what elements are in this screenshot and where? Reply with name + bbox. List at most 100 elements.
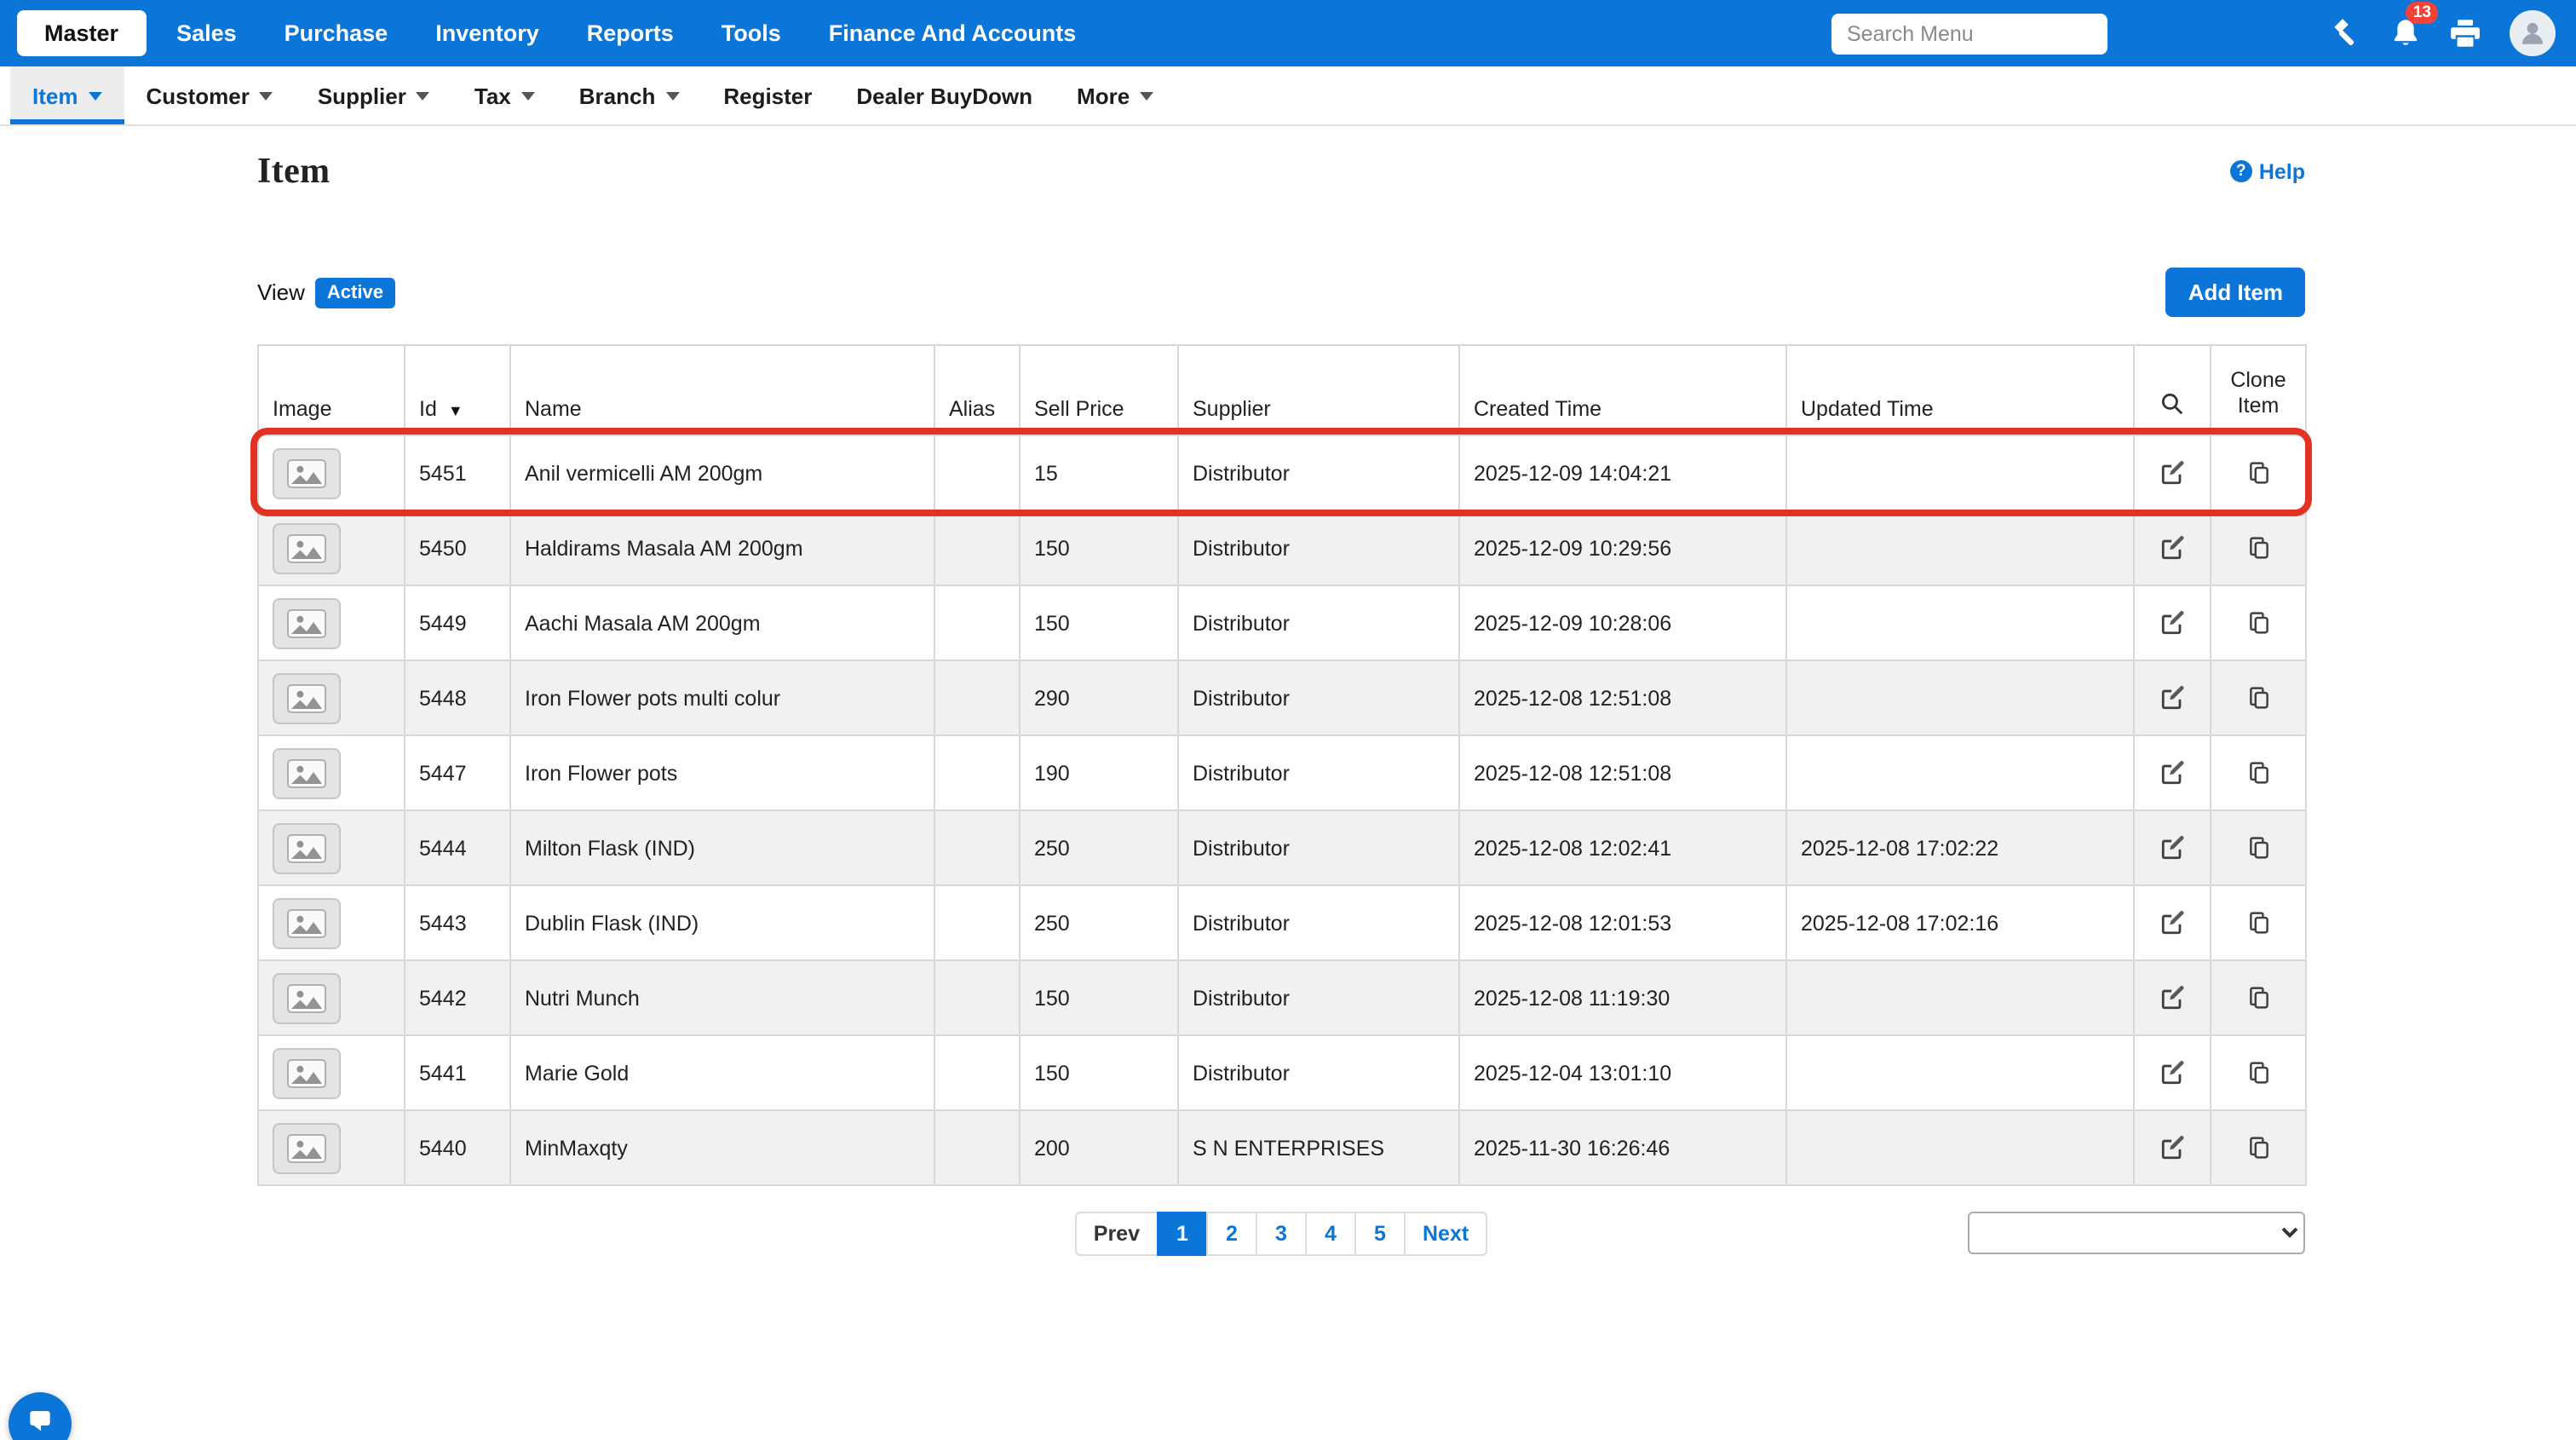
column-header-created-time: Created Time: [1459, 345, 1786, 435]
top-nav-right: 13: [1831, 10, 2556, 56]
top-nav-item-master[interactable]: Master: [17, 10, 146, 56]
clone-item-button[interactable]: [2243, 757, 2274, 789]
clone-item-button[interactable]: [2243, 1057, 2274, 1089]
edit-item-button[interactable]: [2156, 1057, 2188, 1089]
pager-row: Prev12345Next: [257, 1210, 2305, 1256]
sort-desc-icon: ▼: [448, 402, 463, 419]
top-nav-item-finance-and-accounts[interactable]: Finance And Accounts: [805, 20, 1101, 46]
help-link[interactable]: ? Help: [2230, 159, 2305, 183]
chat-button[interactable]: [9, 1392, 72, 1440]
item-updated-time: [1786, 1035, 2134, 1110]
item-id: 5442: [405, 960, 510, 1035]
clone-item-button[interactable]: [2243, 982, 2274, 1014]
edit-item-button[interactable]: [2156, 682, 2188, 714]
edit-item-button[interactable]: [2156, 982, 2188, 1014]
clone-item-button[interactable]: [2243, 907, 2274, 939]
column-header-id[interactable]: Id ▼: [405, 345, 510, 435]
item-updated-time: 2025-12-08 17:02:22: [1786, 810, 2134, 885]
page-title: Item: [257, 150, 331, 193]
search-icon[interactable]: [2160, 397, 2184, 421]
item-created-time: 2025-12-08 12:51:08: [1459, 660, 1786, 735]
item-name: Nutri Munch: [510, 960, 934, 1035]
edit-item-button[interactable]: [2156, 607, 2188, 639]
item-table: ImageId ▼NameAliasSell PriceSupplierCrea…: [257, 344, 2307, 1186]
edit-item-button[interactable]: [2156, 907, 2188, 939]
table-row: 5448Iron Flower pots multi colur290Distr…: [258, 660, 2306, 735]
page-size-select[interactable]: [1968, 1212, 2305, 1254]
edit-item-button[interactable]: [2156, 757, 2188, 789]
clone-item-button[interactable]: [2243, 607, 2274, 639]
pagination-page-3[interactable]: 3: [1256, 1211, 1307, 1255]
item-alias: [934, 510, 1020, 585]
item-updated-time: [1786, 585, 2134, 660]
column-header-sell-price: Sell Price: [1020, 345, 1178, 435]
item-image-placeholder: [273, 1122, 341, 1173]
item-created-time: 2025-12-08 12:02:41: [1459, 810, 1786, 885]
pagination-prev-button[interactable]: Prev: [1075, 1211, 1159, 1255]
item-id: 5441: [405, 1035, 510, 1110]
bell-icon[interactable]: 13: [2390, 17, 2421, 49]
pagination-next-button[interactable]: Next: [1404, 1211, 1487, 1255]
view-label: View: [257, 279, 305, 305]
edit-item-button[interactable]: [2156, 832, 2188, 864]
pagination-page-4[interactable]: 4: [1305, 1211, 1356, 1255]
item-table-body: 5451Anil vermicelli AM 200gm15Distributo…: [258, 435, 2306, 1185]
sub-nav-item-supplier[interactable]: Supplier: [296, 66, 452, 124]
view-active-badge[interactable]: Active: [315, 277, 395, 308]
clone-item-button[interactable]: [2243, 457, 2274, 489]
item-supplier: Distributor: [1178, 735, 1459, 810]
printer-icon[interactable]: [2450, 19, 2481, 48]
pagination-page-1[interactable]: 1: [1157, 1211, 1208, 1255]
item-id: 5444: [405, 810, 510, 885]
item-sell-price: 150: [1020, 510, 1178, 585]
item-id: 5450: [405, 510, 510, 585]
search-column-header[interactable]: [2134, 345, 2211, 435]
top-nav: MasterSalesPurchaseInventoryReportsTools…: [0, 0, 2576, 66]
column-header-clone-item: Clone Item: [2211, 345, 2306, 435]
top-nav-item-purchase[interactable]: Purchase: [261, 20, 412, 46]
hammer-icon[interactable]: [2329, 17, 2361, 49]
item-alias: [934, 435, 1020, 510]
sub-nav-item-tax[interactable]: Tax: [452, 66, 557, 124]
sub-nav-item-item[interactable]: Item: [10, 66, 124, 124]
edit-item-button[interactable]: [2156, 457, 2188, 489]
sub-nav-item-branch[interactable]: Branch: [557, 66, 702, 124]
column-header-alias: Alias: [934, 345, 1020, 435]
item-name: Dublin Flask (IND): [510, 885, 934, 960]
clone-item-button[interactable]: [2243, 832, 2274, 864]
item-updated-time: [1786, 735, 2134, 810]
top-nav-item-inventory[interactable]: Inventory: [411, 20, 563, 46]
chat-icon: [26, 1406, 55, 1440]
table-row: 5443Dublin Flask (IND)250Distributor2025…: [258, 885, 2306, 960]
pagination-page-2[interactable]: 2: [1206, 1211, 1257, 1255]
top-nav-item-reports[interactable]: Reports: [563, 20, 698, 46]
item-image-placeholder: [273, 822, 341, 873]
item-id: 5448: [405, 660, 510, 735]
sub-nav-item-register[interactable]: Register: [701, 66, 834, 124]
item-alias: [934, 810, 1020, 885]
edit-item-button[interactable]: [2156, 1132, 2188, 1164]
item-alias: [934, 585, 1020, 660]
search-input[interactable]: [1831, 13, 2107, 54]
add-item-button[interactable]: Add Item: [2166, 268, 2305, 317]
clone-item-button[interactable]: [2243, 532, 2274, 564]
top-nav-item-sales[interactable]: Sales: [152, 20, 261, 46]
item-alias: [934, 960, 1020, 1035]
edit-item-button[interactable]: [2156, 532, 2188, 564]
item-sell-price: 150: [1020, 585, 1178, 660]
avatar[interactable]: [2510, 10, 2556, 56]
sub-nav-item-dealer-buydown[interactable]: Dealer BuyDown: [834, 66, 1055, 124]
top-nav-item-tools[interactable]: Tools: [698, 20, 805, 46]
item-updated-time: [1786, 960, 2134, 1035]
pagination-page-5[interactable]: 5: [1354, 1211, 1406, 1255]
clone-item-button[interactable]: [2243, 682, 2274, 714]
table-row: 5444Milton Flask (IND)250Distributor2025…: [258, 810, 2306, 885]
item-supplier: S N ENTERPRISES: [1178, 1110, 1459, 1185]
table-header-row: ImageId ▼NameAliasSell PriceSupplierCrea…: [258, 345, 2306, 435]
pagination: Prev12345Next: [1075, 1211, 1487, 1255]
clone-item-button[interactable]: [2243, 1132, 2274, 1164]
sub-nav-item-customer[interactable]: Customer: [124, 66, 295, 124]
item-image-placeholder: [273, 897, 341, 948]
item-created-time: 2025-12-08 12:01:53: [1459, 885, 1786, 960]
sub-nav-item-more[interactable]: More: [1055, 66, 1176, 124]
